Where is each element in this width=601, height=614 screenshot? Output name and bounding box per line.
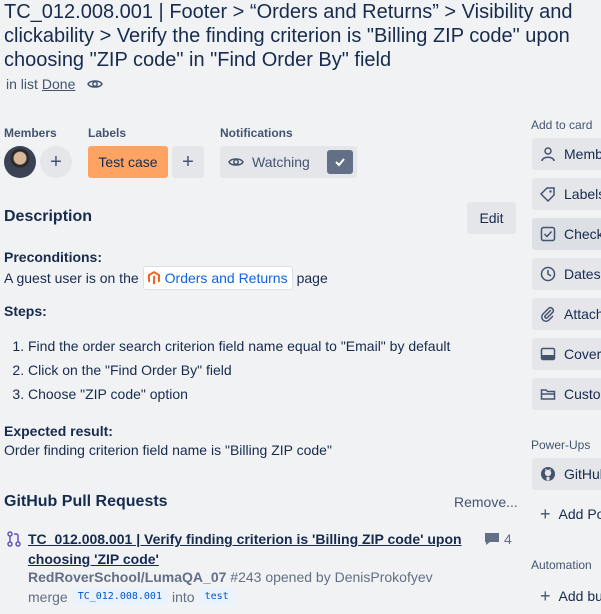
labels-heading: Labels xyxy=(88,126,127,140)
sidebar-button-label: Cover xyxy=(564,346,601,362)
github-pr-heading: GitHub Pull Requests xyxy=(4,493,168,510)
preconditions-heading: Preconditions: xyxy=(4,249,103,265)
eye-icon xyxy=(228,158,244,166)
pr-meta-text: #243 opened by DenisProkofyev xyxy=(230,569,433,585)
sidebar-cover-button[interactable]: Cover xyxy=(532,338,601,370)
sidebar-labels-button[interactable]: Labels xyxy=(532,178,601,210)
members-heading: Members xyxy=(4,126,57,140)
precondition-text: A guest user is on the Orders and Return… xyxy=(4,266,328,290)
source-branch-badge: TC_012.008.001 xyxy=(72,588,167,605)
clock-icon xyxy=(540,266,556,282)
sidebar-button-label: Dates xyxy=(564,266,601,282)
steps-list: Find the order search criterion field na… xyxy=(0,336,450,408)
sidebar-attachment-button[interactable]: Attachment xyxy=(532,298,601,330)
add-member-button[interactable]: + xyxy=(40,146,72,178)
notifications-heading: Notifications xyxy=(220,126,293,140)
description-heading: Description xyxy=(4,208,93,225)
into-word: into xyxy=(171,588,195,605)
add-to-card-heading: Add to card xyxy=(531,118,593,132)
target-branch-badge: test xyxy=(199,588,234,605)
list-link[interactable]: Done xyxy=(42,76,75,92)
card-title-line: TC_012.008.001 | Footer > “Orders and Re… xyxy=(4,1,573,23)
pr-meta: RedRoverSchool/LumaQA_07 #243 opened by … xyxy=(28,569,433,585)
card-title-line: choosing "ZIP code" in "Find Order By" f… xyxy=(4,49,392,71)
edit-button[interactable]: Edit xyxy=(467,202,516,234)
tag-icon xyxy=(540,187,555,202)
sidebar-button-label: Checklist xyxy=(564,226,601,242)
card-title[interactable]: TC_012.008.001 | Footer > “Orders and Re… xyxy=(4,0,601,72)
pr-title-line: choosing 'ZIP code' xyxy=(28,551,159,567)
sidebar-button-label: Labels xyxy=(564,186,601,202)
orders-returns-link[interactable]: Orders and Returns xyxy=(142,266,293,290)
comment-count-value: 4 xyxy=(504,531,512,547)
sidebar-checklist-button[interactable]: Checklist xyxy=(532,218,601,250)
checklist-icon xyxy=(540,226,556,242)
add-label-button[interactable]: + xyxy=(172,146,204,178)
in-list-prefix: in list xyxy=(6,76,38,92)
pull-request-icon xyxy=(7,531,21,547)
plus-icon: + xyxy=(540,585,551,606)
avatar[interactable] xyxy=(4,146,36,178)
custom-fields-icon xyxy=(540,389,556,400)
plus-icon: + xyxy=(182,150,194,173)
automation-heading: Automation xyxy=(531,558,592,572)
add-power-up-button[interactable]: + Add Power-Up xyxy=(532,498,601,530)
pr-title-line: TC_012.008.001 | Verify finding criterio… xyxy=(28,531,462,547)
list-item: Find the order search criterion field na… xyxy=(28,336,450,360)
card-title-line: clickability > Verify the finding criter… xyxy=(4,25,570,47)
list-item: Click on the "Find Order By" field xyxy=(28,360,450,384)
sidebar-button-label: Custom Fields xyxy=(564,386,601,402)
add-automation-label: Add button xyxy=(558,588,601,604)
expected-heading: Expected result: xyxy=(4,423,113,439)
person-icon xyxy=(541,147,555,162)
orders-returns-label: Orders and Returns xyxy=(164,270,288,286)
power-ups-heading: Power-Ups xyxy=(531,438,591,452)
plus-icon: + xyxy=(50,150,62,173)
label-chip[interactable]: Test case xyxy=(88,146,168,178)
plus-icon: + xyxy=(540,503,551,524)
check-icon xyxy=(327,150,353,174)
pr-title-link[interactable]: TC_012.008.001 | Verify finding criterio… xyxy=(28,529,468,569)
sidebar-dates-button[interactable]: Dates xyxy=(532,258,601,290)
watch-label: Watching xyxy=(252,154,310,170)
sidebar-button-label: Attachment xyxy=(564,306,601,322)
comment-count: 4 xyxy=(484,531,512,547)
precondition-after: page xyxy=(296,270,328,286)
merge-word: merge xyxy=(28,588,68,605)
comment-icon xyxy=(485,533,499,545)
github-icon xyxy=(541,467,555,481)
watch-button[interactable]: Watching xyxy=(220,146,357,178)
paperclip-icon xyxy=(541,306,555,322)
list-item: Choose "ZIP code" option xyxy=(28,384,450,408)
precondition-before: A guest user is on the xyxy=(4,270,139,286)
sidebar-custom-fields-button[interactable]: Custom Fields xyxy=(532,378,601,410)
remove-button[interactable]: Remove... xyxy=(454,494,518,510)
pr-branches: merge TC_012.008.001 into test xyxy=(28,588,234,605)
add-automation-button[interactable]: + Add button xyxy=(532,580,601,612)
sidebar-github-button[interactable]: GitHub xyxy=(532,458,601,490)
list-info: in list Done xyxy=(6,76,104,92)
steps-heading: Steps: xyxy=(4,303,47,319)
sidebar-members-button[interactable]: Members xyxy=(532,138,601,170)
expected-text: Order finding criterion field name is "B… xyxy=(4,442,332,458)
sidebar-button-label: GitHub xyxy=(564,466,601,482)
repo-name: RedRoverSchool/LumaQA_07 xyxy=(28,569,227,585)
eye-icon xyxy=(87,80,104,88)
add-power-up-label: Add Power-Up xyxy=(558,506,601,522)
cover-icon xyxy=(540,347,556,361)
magento-icon xyxy=(147,271,160,285)
sidebar-button-label: Members xyxy=(564,146,601,162)
